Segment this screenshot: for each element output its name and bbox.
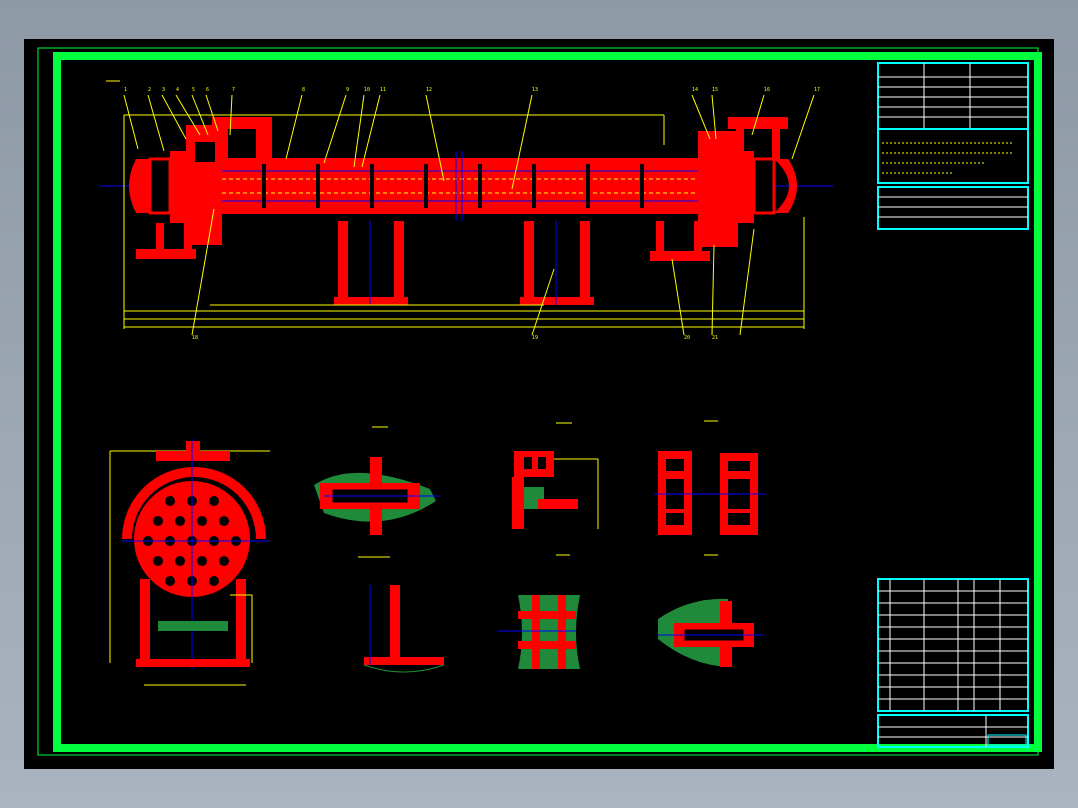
balloon-9: 9 [346,87,349,93]
drawing-sheet: 1 2 3 4 5 6 7 8 9 10 11 12 13 14 15 16 1718 19 20 21 [37,47,1042,756]
balloon-3: 3 [162,87,165,93]
balloon-1: 1 [124,87,127,93]
detail-view-c [654,420,766,535]
detail-view-d [358,556,445,673]
balloon-19: 19 [532,335,538,341]
balloon-5: 5 [192,87,195,93]
technical-specification-table [877,62,1029,230]
detail-view-f [658,554,764,667]
balloon-11: 11 [380,87,386,93]
detail-view-e [498,554,580,669]
balloon-13: 13 [532,87,538,93]
end-section-view [109,439,270,686]
cad-viewer: 1 2 3 4 5 6 7 8 9 10 11 12 13 14 15 16 17 18 19 20 21 [0,0,1078,808]
balloon-2: 2 [148,87,151,93]
shell-and-tube-exchanger-elevation [99,114,834,329]
balloon-12: 12 [426,87,432,93]
balloon-16: 16 [764,87,770,93]
balloon-15: 15 [712,87,718,93]
balloon-21: 21 [712,335,718,341]
detail-view-a [314,426,440,535]
balloon-20: 20 [684,335,690,341]
balloon-7: 7 [232,87,235,93]
title-block [877,714,1029,748]
balloon-10: 10 [364,87,370,93]
detail-view-b [512,422,599,529]
balloon-14: 14 [692,87,698,93]
balloon-8: 8 [302,87,305,93]
parts-list [877,578,1029,712]
balloon-18: 18 [192,335,198,341]
drawing-canvas[interactable]: 1 2 3 4 5 6 7 8 9 10 11 12 13 14 15 16 17 18 19 20 21 [24,39,1054,769]
balloon-17: 17 [814,87,820,93]
balloon-6: 6 [206,87,209,93]
balloon-4: 4 [176,87,179,93]
